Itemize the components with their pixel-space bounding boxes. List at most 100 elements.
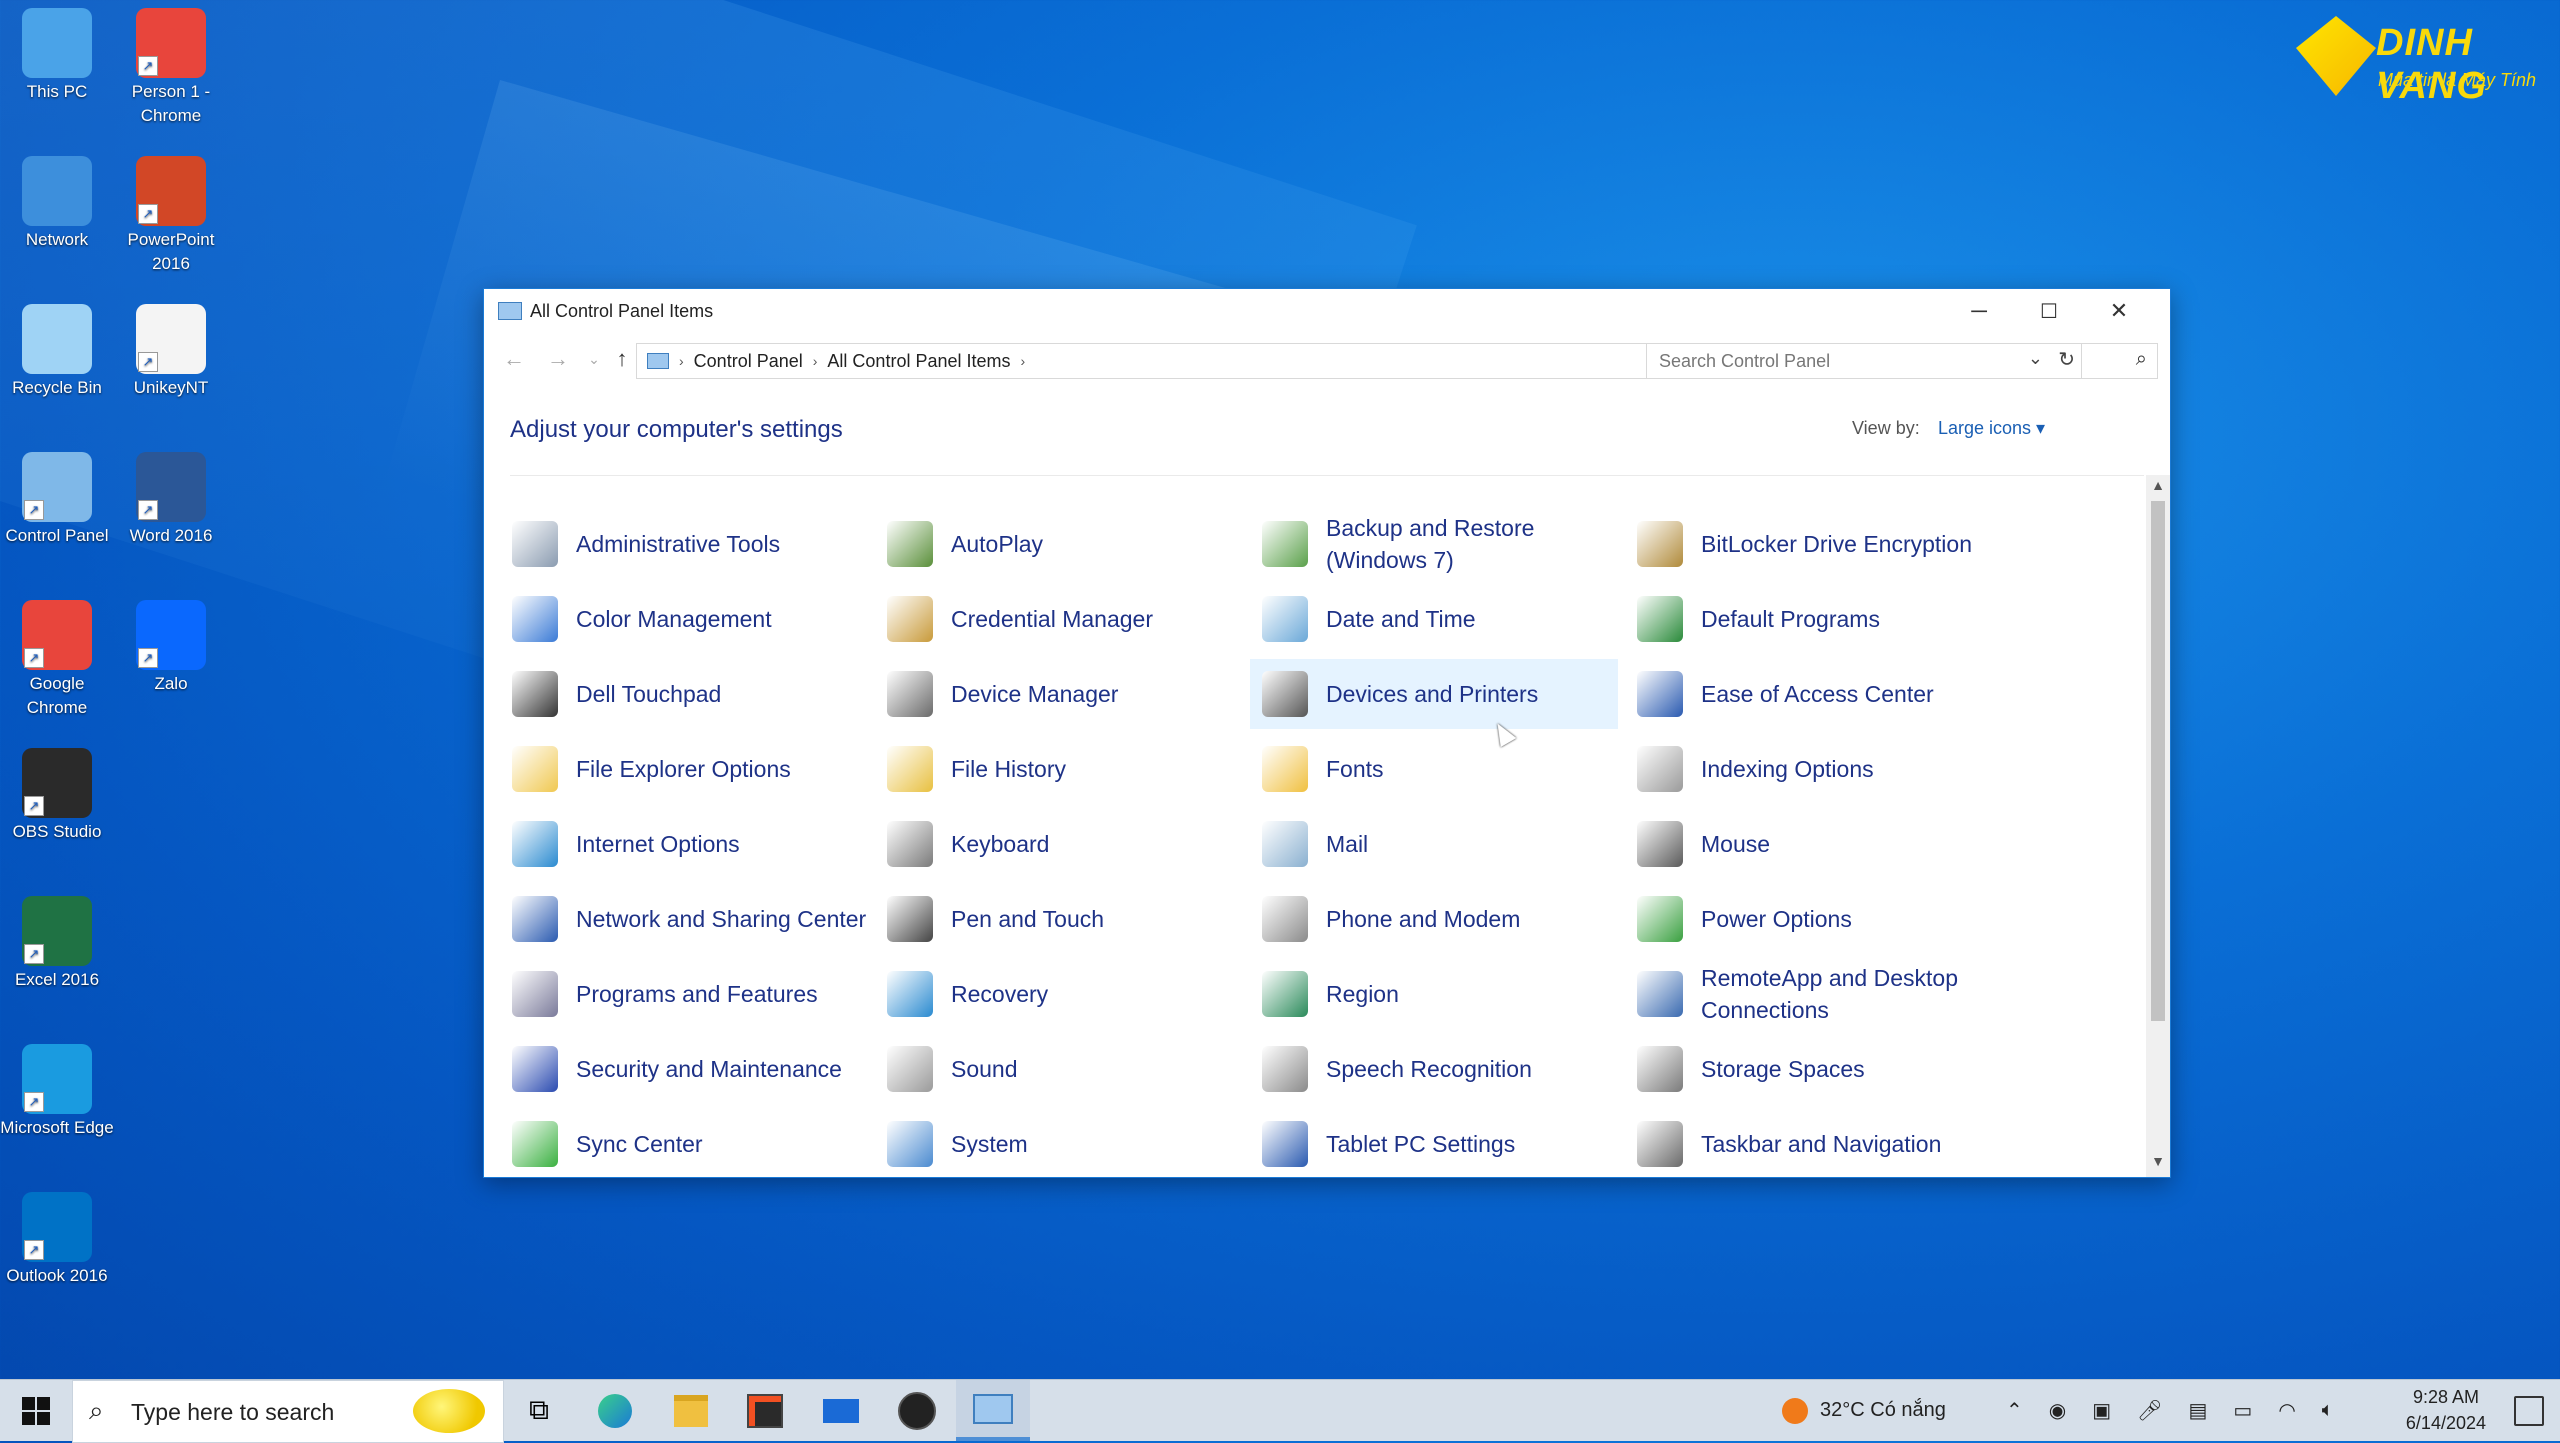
desktop-icon-this-pc[interactable]: This PC bbox=[0, 8, 114, 104]
storage-icon bbox=[1637, 1046, 1683, 1092]
title-bar[interactable]: All Control Panel Items ─ ☐ ✕ bbox=[484, 289, 2170, 333]
scrollbar-thumb[interactable] bbox=[2151, 501, 2165, 1021]
cp-item-label: Indexing Options bbox=[1701, 756, 1874, 782]
taskbar-search-box[interactable]: ⌕ Type here to search bbox=[72, 1380, 504, 1443]
desktop-icon-obs-studio[interactable]: ↗ OBS Studio bbox=[0, 748, 114, 844]
desktop-icon-network[interactable]: Network bbox=[0, 156, 114, 252]
cp-item-date-and-time[interactable]: Date and Time bbox=[1250, 584, 1618, 654]
minimize-button[interactable]: ─ bbox=[1944, 289, 2014, 333]
cp-item-device-manager[interactable]: Device Manager bbox=[875, 659, 1243, 729]
cp-item-indexing-options[interactable]: Indexing Options bbox=[1625, 734, 1993, 804]
cp-item-phone-and-modem[interactable]: Phone and Modem bbox=[1250, 884, 1618, 954]
breadcrumb-all-items[interactable]: All Control Panel Items bbox=[827, 351, 1010, 372]
cp-item-tablet-pc-settings[interactable]: Tablet PC Settings bbox=[1250, 1109, 1618, 1173]
notification-icon[interactable] bbox=[2514, 1396, 2544, 1426]
cp-item-remoteapp-and-desktop-connections[interactable]: RemoteApp and Desktop Connections bbox=[1625, 959, 1993, 1029]
shortcut-arrow-icon: ↗ bbox=[24, 500, 44, 520]
cp-item-mouse[interactable]: Mouse bbox=[1625, 809, 1993, 879]
breadcrumb-separator-icon[interactable]: › bbox=[679, 353, 684, 369]
task-view-icon[interactable]: ⧉ bbox=[502, 1380, 576, 1441]
cp-item-system[interactable]: System bbox=[875, 1109, 1243, 1173]
cp-item-fonts[interactable]: Fonts bbox=[1250, 734, 1618, 804]
cp-item-default-programs[interactable]: Default Programs bbox=[1625, 584, 1993, 654]
obs-icon[interactable] bbox=[880, 1380, 954, 1441]
wifi-icon[interactable]: ◠ bbox=[2278, 1398, 2295, 1423]
up-arrow-icon[interactable]: ↑ bbox=[604, 345, 640, 373]
desktop-icon-google-chrome[interactable]: ↗ Google Chrome bbox=[0, 600, 114, 720]
start-button[interactable] bbox=[0, 1380, 72, 1441]
edge-icon[interactable] bbox=[578, 1380, 652, 1441]
cp-item-recovery[interactable]: Recovery bbox=[875, 959, 1243, 1029]
cp-item-credential-manager[interactable]: Credential Manager bbox=[875, 584, 1243, 654]
breadcrumb-control-panel[interactable]: Control Panel bbox=[694, 351, 803, 372]
desktop-icon-control-panel[interactable]: ↗ Control Panel bbox=[0, 452, 114, 548]
record-icon[interactable]: ◉ bbox=[2049, 1398, 2066, 1423]
meet-now-icon[interactable]: ▣ bbox=[2092, 1398, 2111, 1423]
cp-item-network-and-sharing-center[interactable]: Network and Sharing Center bbox=[500, 884, 868, 954]
cp-item-file-explorer-options[interactable]: File Explorer Options bbox=[500, 734, 868, 804]
cp-item-file-history[interactable]: File History bbox=[875, 734, 1243, 804]
clock[interactable]: 9:28 AM 6/14/2024 bbox=[2406, 1384, 2486, 1436]
cp-item-programs-and-features[interactable]: Programs and Features bbox=[500, 959, 868, 1029]
cp-item-dell-touchpad[interactable]: Dell Touchpad bbox=[500, 659, 868, 729]
cp-item-storage-spaces[interactable]: Storage Spaces bbox=[1625, 1034, 1993, 1104]
file-explorer-icon[interactable] bbox=[654, 1380, 728, 1441]
cp-item-sound[interactable]: Sound bbox=[875, 1034, 1243, 1104]
search-input[interactable]: Search Control Panel bbox=[1659, 351, 1830, 372]
this-pc-icon bbox=[22, 8, 92, 78]
microphone-icon[interactable]: 🎤︎ bbox=[2137, 1398, 2162, 1423]
maximize-button[interactable]: ☐ bbox=[2014, 289, 2084, 333]
cp-item-taskbar-and-navigation[interactable]: Taskbar and Navigation bbox=[1625, 1109, 1993, 1173]
search-box[interactable]: Search Control Panel ⌕ bbox=[1646, 343, 2158, 379]
chevron-up-icon[interactable]: ⌃ bbox=[2006, 1398, 2023, 1423]
cp-item-sync-center[interactable]: Sync Center bbox=[500, 1109, 868, 1173]
volume-icon[interactable]: 🔈︎ bbox=[2322, 1399, 2334, 1422]
vertical-scrollbar[interactable]: ▲ ▼ bbox=[2146, 475, 2170, 1177]
folder-options-icon bbox=[512, 746, 558, 792]
taskbar-search-input[interactable]: Type here to search bbox=[131, 1399, 334, 1426]
cp-item-pen-and-touch[interactable]: Pen and Touch bbox=[875, 884, 1243, 954]
cp-item-power-options[interactable]: Power Options bbox=[1625, 884, 1993, 954]
back-arrow-icon[interactable]: ← bbox=[496, 345, 532, 373]
mail-icon[interactable] bbox=[804, 1380, 878, 1441]
forward-arrow-icon[interactable]: → bbox=[540, 345, 576, 373]
cp-item-internet-options[interactable]: Internet Options bbox=[500, 809, 868, 879]
scroll-down-arrow-icon[interactable]: ▼ bbox=[2146, 1153, 2170, 1175]
desktop-icon-microsoft-edge[interactable]: ↗ Microsoft Edge bbox=[0, 1044, 114, 1140]
cp-item-autoplay[interactable]: AutoPlay bbox=[875, 509, 1243, 579]
control-panel-icon[interactable] bbox=[956, 1380, 1030, 1441]
desktop-icon-zalo[interactable]: ↗ Zalo bbox=[114, 600, 228, 696]
search-icon[interactable]: ⌕ bbox=[2136, 348, 2147, 371]
cp-item-keyboard[interactable]: Keyboard bbox=[875, 809, 1243, 879]
cp-item-administrative-tools[interactable]: Administrative Tools bbox=[500, 509, 868, 579]
desktop-icon-unikeynt[interactable]: ↗ UnikeyNT bbox=[114, 304, 228, 400]
desktop-icon-person-1-chrome[interactable]: ↗ Person 1 - Chrome bbox=[114, 8, 228, 128]
cp-item-ease-of-access-center[interactable]: Ease of Access Center bbox=[1625, 659, 1993, 729]
breadcrumb-separator-icon[interactable]: › bbox=[1021, 353, 1026, 369]
time: 9:28 AM bbox=[2412, 1387, 2479, 1407]
remoteapp-icon bbox=[1637, 971, 1683, 1017]
battery-icon[interactable]: ▭ bbox=[2233, 1398, 2252, 1423]
breadcrumb-separator-icon[interactable]: › bbox=[813, 353, 818, 369]
cp-item-devices-and-printers[interactable]: Devices and Printers bbox=[1250, 659, 1618, 729]
close-button[interactable]: ✕ bbox=[2084, 289, 2154, 333]
scroll-up-arrow-icon[interactable]: ▲ bbox=[2146, 477, 2170, 499]
cp-item-speech-recognition[interactable]: Speech Recognition bbox=[1250, 1034, 1618, 1104]
cp-item-region[interactable]: Region bbox=[1250, 959, 1618, 1029]
brand-logo: DINH VANG Mua tin là Máy Tính bbox=[2290, 12, 2540, 107]
cp-item-security-and-maintenance[interactable]: Security and Maintenance bbox=[500, 1034, 868, 1104]
desktop-icon-word-2016[interactable]: ↗ Word 2016 bbox=[114, 452, 228, 548]
cp-item-mail[interactable]: Mail bbox=[1250, 809, 1618, 879]
cp-item-bitlocker-drive-encryption[interactable]: BitLocker Drive Encryption bbox=[1625, 509, 1993, 579]
desktop-icon-excel-2016[interactable]: ↗ Excel 2016 bbox=[0, 896, 114, 992]
display-icon[interactable]: ▤ bbox=[2189, 1398, 2208, 1423]
weather-widget[interactable]: 32°C Có nắng bbox=[1782, 1380, 1946, 1441]
cp-item-color-management[interactable]: Color Management bbox=[500, 584, 868, 654]
desktop-icon-outlook-2016[interactable]: ↗ Outlook 2016 bbox=[0, 1192, 114, 1288]
desktop-icon-recycle-bin[interactable]: Recycle Bin bbox=[0, 304, 114, 400]
cp-item-backup-and-restore-windows-7-[interactable]: Backup and Restore (Windows 7) bbox=[1250, 509, 1618, 579]
search-highlight-lemon-icon[interactable] bbox=[413, 1389, 485, 1433]
view-by-dropdown[interactable]: Large icons ▾ bbox=[1938, 418, 2045, 439]
desktop-icon-powerpoint-2016[interactable]: ↗ PowerPoint 2016 bbox=[114, 156, 228, 276]
store-icon[interactable] bbox=[728, 1380, 802, 1441]
